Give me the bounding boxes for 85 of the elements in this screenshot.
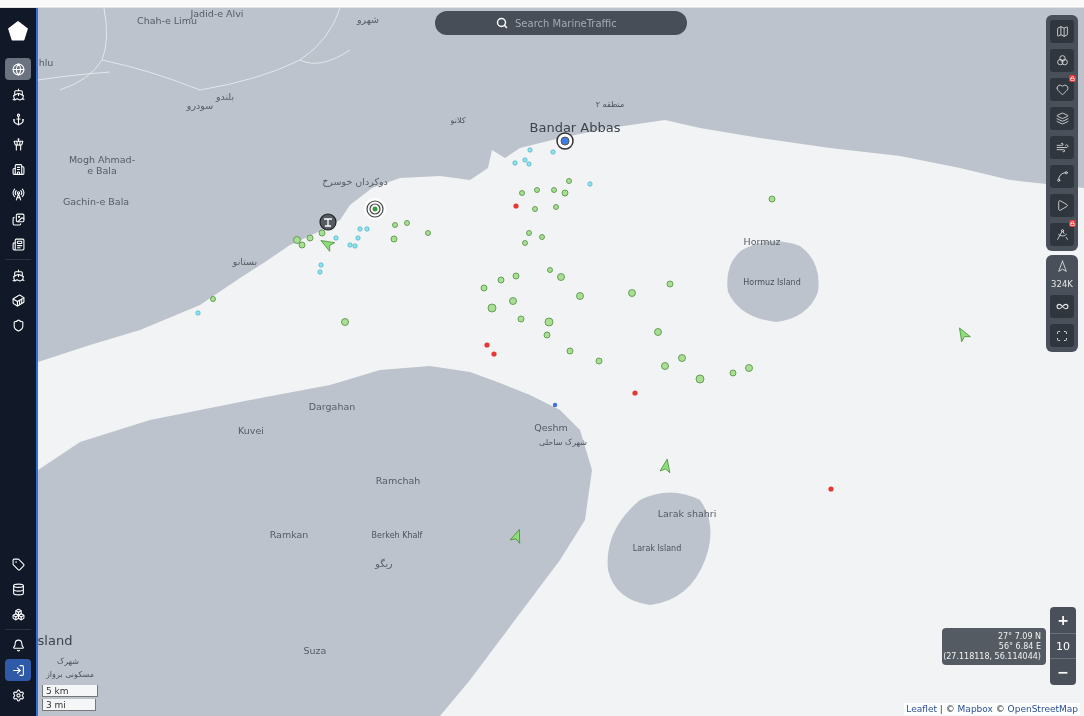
- place-label: Dargahan: [308, 401, 356, 413]
- place-label: Mogh Ahmad-e Bala: [67, 155, 137, 177]
- place-label: Berkeh Khalf: [371, 531, 423, 541]
- buildings-icon: [11, 162, 25, 176]
- globe-button[interactable]: [5, 58, 31, 80]
- heart-icon: [1055, 83, 1069, 96]
- place-label: Suza: [303, 645, 327, 657]
- ship-icon: [11, 268, 25, 282]
- logo-icon: [7, 20, 29, 42]
- container-icon: [11, 293, 25, 307]
- map-icon: [1055, 25, 1069, 38]
- tag-icon: [11, 557, 25, 571]
- place-label: منطقه ۲: [595, 100, 625, 110]
- fullscreen-button[interactable]: [1050, 324, 1074, 347]
- database-icon: [11, 582, 25, 596]
- wind-button[interactable]: [1050, 136, 1074, 159]
- coordinate-text: 56° 6.84 E: [998, 642, 1041, 651]
- login-icon: [11, 663, 25, 677]
- zoom-out-button[interactable]: −: [1050, 659, 1076, 685]
- place-label: دوکردان خوسرخ: [322, 176, 388, 188]
- attribution-link[interactable]: Leaflet: [906, 704, 937, 714]
- coordinate-text: (27.118118, 56.114044): [943, 652, 1041, 661]
- nodes-icon: [1055, 170, 1069, 183]
- heart-button[interactable]: [1050, 78, 1074, 101]
- scale-bar: 5 km: [42, 685, 98, 697]
- place-label: Bandar Abbas: [529, 120, 621, 136]
- zoom-level: 10: [1050, 633, 1076, 659]
- place-label: Ramchah: [375, 475, 421, 487]
- boxes-icon: [11, 607, 25, 621]
- nodes-button[interactable]: [1050, 165, 1074, 188]
- layers-button[interactable]: [1050, 107, 1074, 130]
- place-label: سودرو: [186, 100, 214, 112]
- layers-icon: [1055, 112, 1069, 125]
- shield-icon: [11, 318, 25, 332]
- settings-icon: [11, 688, 25, 702]
- place-label: Ramkan: [269, 529, 309, 541]
- zoom-in-button[interactable]: +: [1050, 607, 1076, 633]
- attribution-text: ©: [994, 704, 1006, 714]
- place-label: بستانو: [232, 256, 258, 268]
- tower-icon: [11, 137, 25, 151]
- place-label: Gachin-e Bala: [62, 196, 130, 208]
- place-label: شهرک ساحلی: [539, 438, 587, 448]
- globe-icon: [11, 62, 25, 76]
- map-button[interactable]: [1050, 20, 1074, 43]
- navigation-icon: [1055, 260, 1069, 273]
- map[interactable]: [38, 8, 1084, 716]
- newspaper-icon: [11, 237, 25, 251]
- images-icon: [11, 212, 25, 226]
- place-label: Jadid-e Alvi: [190, 8, 244, 19]
- place-label: شهرک: [57, 657, 79, 667]
- place-label: Hormuz: [743, 236, 781, 248]
- ship-icon: [11, 87, 25, 101]
- place-label: مسکونی برواز: [46, 670, 94, 680]
- attribution-link[interactable]: Mapbox: [957, 704, 993, 714]
- place-label: کلانو: [450, 116, 466, 126]
- anchor-icon: [11, 112, 25, 126]
- place-label: Hormuz Island: [743, 278, 801, 288]
- fullscreen-icon: [1056, 329, 1068, 342]
- compass-button[interactable]: [1050, 223, 1074, 246]
- login-button[interactable]: [5, 659, 31, 681]
- place-label: Larak shahri: [657, 508, 717, 520]
- place-label: sland: [38, 633, 73, 649]
- place-label: ریگو: [375, 558, 393, 570]
- wind-icon: [1055, 141, 1069, 154]
- compass-icon: [1055, 228, 1069, 241]
- search-field[interactable]: Search MarineTraffic: [435, 11, 687, 35]
- bell-icon: [11, 638, 25, 652]
- place-label: Kuvei: [238, 425, 264, 437]
- scale-bar: 3 mi: [42, 699, 96, 711]
- place-label: Qeshm: [534, 422, 568, 434]
- circles-icon: [1055, 54, 1069, 67]
- place-label: Larak Island: [632, 544, 682, 554]
- antenna-icon: [11, 187, 25, 201]
- place-label: hlu: [38, 57, 54, 69]
- place-label: بلندو: [215, 91, 235, 103]
- attribution-link[interactable]: OpenStreetMap: [1007, 704, 1078, 714]
- circles-button[interactable]: [1050, 49, 1074, 72]
- place-label: شهرو: [356, 14, 380, 26]
- play-button[interactable]: [1050, 194, 1074, 217]
- infinity-button[interactable]: [1050, 295, 1074, 318]
- search-icon: [496, 17, 508, 29]
- vessel-count: 324K: [1051, 279, 1073, 289]
- play-icon: [1055, 199, 1069, 212]
- attribution-text: | ©: [938, 704, 956, 714]
- coordinate-text: 27° 7.09 N: [997, 632, 1041, 641]
